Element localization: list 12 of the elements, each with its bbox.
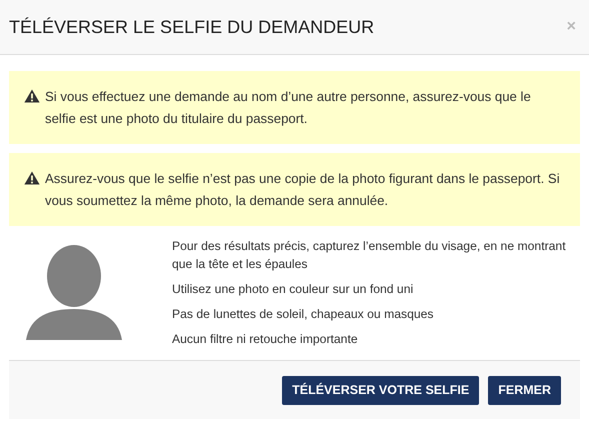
upload-button[interactable]: TÉLÉVERSER VOTRE SELFIE [282, 376, 480, 404]
guideline-text: Utilisez une photo en couleur sur un fond uni [172, 281, 414, 298]
person-silhouette-icon [26, 244, 122, 340]
warning-icon [24, 89, 40, 103]
guideline-text: Aucun filtre ni retouche importante [172, 331, 359, 348]
warning-text: Assurez-vous que le selfie n’est pas une copie de la photo figurant dans le passeport. Si vous soumettez la même photo, la demande sera annulée. [45, 170, 561, 210]
close-dialog-button[interactable]: FERMER [488, 376, 561, 404]
guideline-text: Pas de lunettes de soleil, chapeaux ou masques [172, 306, 435, 323]
guideline-text: Pour des résultats précis, capturez l’ensemble du visage, en ne montrant que la tête et les épaules [172, 238, 567, 273]
warning-icon [24, 171, 40, 185]
warning-text: Si vous effectuez une demande au nom d’une autre personne, assurez-vous que le selfie est une photo du titulaire du passeport. [45, 88, 532, 128]
dialog-title: TÉLÉVERSER LE SELFIE DU DEMANDEUR [9, 16, 374, 38]
